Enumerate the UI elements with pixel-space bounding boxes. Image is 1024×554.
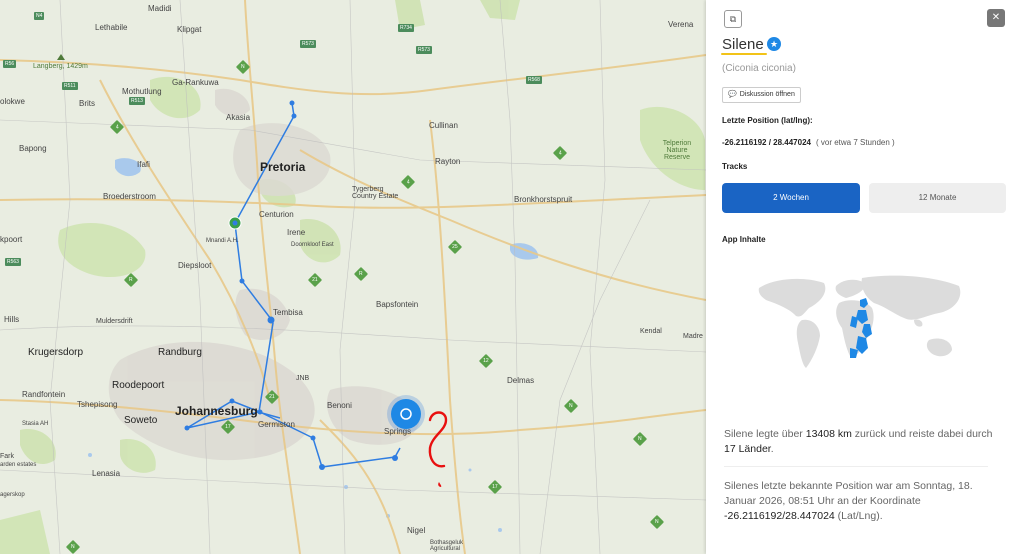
- place-label: Ifafi: [137, 160, 150, 169]
- place-label: Rayton: [435, 157, 461, 166]
- tab-2-weeks[interactable]: 2 Wochen: [722, 183, 860, 213]
- place-label: Centurion: [259, 210, 294, 219]
- summary-text: Silene legte über: [724, 428, 806, 440]
- place-label: Doornkloof East: [291, 242, 334, 248]
- place-label: Hills: [4, 315, 20, 324]
- countries-value: 17 Länder: [724, 443, 771, 455]
- bird-name: Silene: [722, 36, 764, 53]
- place-label: Muldersdrift: [96, 318, 133, 325]
- place-label: Brits: [79, 99, 95, 108]
- place-label: Roodepoort: [112, 380, 165, 391]
- scientific-name: (Ciconia ciconia): [722, 63, 796, 74]
- open-discussion-button[interactable]: 💬 Diskussion öffnen: [722, 87, 801, 103]
- road-shield: R573: [416, 46, 432, 54]
- app-content-heading: App Inhalte: [722, 235, 766, 244]
- place-label: Benoni: [327, 401, 352, 410]
- place-label: Mothutlung: [122, 87, 162, 96]
- place-label: Irene: [287, 228, 306, 237]
- place-label: olokwe: [0, 97, 25, 106]
- place-label: Madre: [683, 333, 703, 340]
- place-label: arden estates: [0, 462, 37, 468]
- road-shield: R734: [398, 24, 414, 32]
- place-label: Telperion Nature Reserve: [662, 140, 692, 161]
- place-label-johannesburg: Johannesburg: [175, 404, 258, 418]
- place-label: Klipgat: [177, 25, 202, 34]
- summary-text: Silenes letzte bekannte Position war am …: [724, 480, 973, 507]
- summary-text: (Lat/Lng).: [834, 510, 883, 522]
- divider: [724, 466, 988, 467]
- place-label: Tembisa: [273, 308, 303, 317]
- place-label: Akasia: [226, 113, 251, 122]
- place-label: Bothasgeluk Agricultural: [430, 540, 464, 552]
- place-label: Nigel: [407, 526, 426, 535]
- place-label: agerskop: [0, 492, 25, 498]
- place-label: JNB: [296, 375, 310, 382]
- place-label: Randfontein: [22, 390, 66, 399]
- road-shield: R56: [3, 60, 17, 68]
- last-position-value: -26.2116192 / 28.447024: [722, 138, 811, 147]
- place-label: Tygerberg Country Estate: [352, 186, 399, 200]
- place-label: Randburg: [158, 347, 202, 358]
- place-label: Lethabile: [95, 23, 128, 32]
- place-label: Bronkhorstspruit: [514, 195, 573, 204]
- road-shield: R511: [62, 82, 78, 90]
- last-position: -26.2116192 / 28.447024 ( vor etwa 7 Stun…: [722, 138, 895, 147]
- place-label: kpoort: [0, 235, 23, 244]
- place-label: Ga-Rankuwa: [172, 78, 219, 87]
- last-position-heading: Letzte Position (lat/lng):: [722, 116, 813, 125]
- place-label: Broederstroom: [103, 192, 156, 201]
- road-shield: R573: [300, 40, 316, 48]
- place-label: Fark: [0, 453, 14, 460]
- road-shield: N4: [34, 12, 45, 20]
- star-badge-icon: ★: [767, 37, 781, 51]
- place-label: Langberg, 1429m: [33, 63, 88, 70]
- bird-info-panel: ⧉ ✕ Silene ★ (Ciconia ciconia) 💬 Diskussi…: [706, 0, 1024, 554]
- world-map-countries: [758, 275, 961, 368]
- place-label: Verena: [668, 20, 694, 29]
- distance-value: 13408 km: [805, 428, 852, 440]
- expand-icon[interactable]: ⧉: [724, 10, 742, 28]
- close-button[interactable]: ✕: [987, 9, 1005, 27]
- place-label: Lenasia: [92, 469, 121, 478]
- place-label-pretoria: Pretoria: [260, 160, 306, 174]
- place-label: Madidi: [148, 4, 172, 13]
- road-shield: R563: [5, 258, 21, 266]
- road-shield: R513: [129, 97, 145, 105]
- place-label: Soweto: [124, 415, 158, 426]
- summary-text: .: [770, 443, 774, 455]
- last-known-position-text: Silenes letzte bekannte Position war am …: [724, 479, 994, 524]
- tab-12-months[interactable]: 12 Monate: [869, 183, 1006, 213]
- map-view[interactable]: N4 R56 R511 R513 R573 R734 R573 R568 R56…: [0, 0, 706, 554]
- place-label: Cullinan: [429, 121, 458, 130]
- place-label: Krugersdorp: [28, 347, 84, 358]
- summary-text: zurück und reiste dabei durch: [851, 428, 993, 440]
- chat-icon: 💬: [728, 91, 737, 98]
- open-discussion-label: Diskussion öffnen: [739, 91, 795, 98]
- tracks-heading: Tracks: [722, 162, 748, 171]
- last-position-ago: ( vor etwa 7 Stunden ): [815, 138, 895, 147]
- place-label: Tshepisong: [77, 400, 118, 409]
- place-label: Delmas: [507, 376, 535, 385]
- road-shield: R568: [526, 76, 542, 84]
- place-label: Bapong: [19, 144, 47, 153]
- place-label: Springs: [384, 427, 412, 436]
- place-label: Kendal: [640, 328, 662, 335]
- name-highlight: [721, 53, 767, 55]
- place-label: Mnandi A.H.: [206, 238, 239, 244]
- travel-summary: Silene legte über 13408 km zurück und re…: [724, 427, 994, 457]
- place-label: Stasia AH: [22, 421, 49, 427]
- place-label: Germiston: [258, 420, 295, 429]
- coordinate-value: -26.2116192/28.447024: [724, 510, 835, 522]
- place-label: Diepsloot: [178, 261, 212, 270]
- place-label: Bapsfontein: [376, 300, 419, 309]
